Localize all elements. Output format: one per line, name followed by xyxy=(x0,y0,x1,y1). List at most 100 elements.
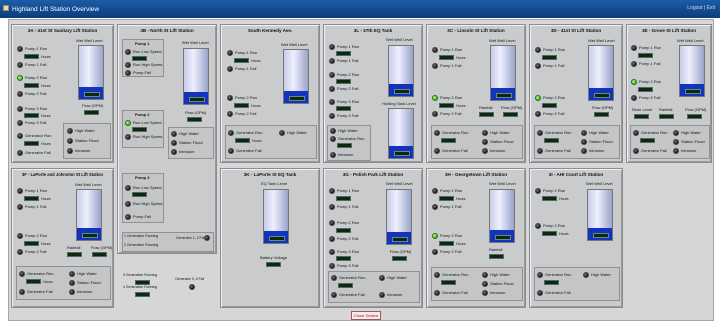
generator-fail-label: Generator Fail xyxy=(442,148,468,153)
pump2-fail-label: Pump 2 Fail xyxy=(543,111,565,116)
pump1-fail-label: Pump 1 Fail xyxy=(25,204,47,209)
wet-well-tank xyxy=(679,45,705,97)
generator-run-indicator xyxy=(434,272,440,278)
generator-hours-display xyxy=(640,138,655,143)
station-flood-label: Station Flood xyxy=(75,138,99,143)
pump1-fail-label: Pump 1 Fail xyxy=(337,58,359,63)
pump2-hours-display xyxy=(132,127,147,132)
battery-voltage-display xyxy=(266,262,281,267)
high-water-indicator xyxy=(581,130,587,136)
intrusion-label: Intrusion xyxy=(589,148,605,153)
pump3-fail-indicator xyxy=(329,263,335,269)
flow-display xyxy=(92,252,107,257)
pump1-fail-indicator xyxy=(227,66,233,72)
station-3d-title: 3D - 41st St Lift Station xyxy=(550,28,602,33)
pump1-run-indicator xyxy=(17,188,23,194)
generator-fail-label: Generator Fail xyxy=(545,290,571,295)
rainfall-label: Rainfall xyxy=(489,247,503,252)
high-speed-label: Run High Speed xyxy=(133,134,163,139)
station-3e-title: 3E - Grove St Lift Station xyxy=(641,28,697,33)
pump2-fail-label: Pump 2 Fail xyxy=(337,236,359,241)
high-water-indicator xyxy=(330,128,336,134)
level-readout xyxy=(593,233,609,238)
intrusion-indicator xyxy=(69,289,75,295)
pump2-hours-display xyxy=(336,228,351,233)
pump3-run-label: Pump 3 Run xyxy=(25,106,48,111)
intrusion-indicator xyxy=(673,148,679,154)
pump2-run-indicator xyxy=(432,233,438,239)
pump1-fail-indicator xyxy=(631,61,637,67)
high-water-indicator xyxy=(279,130,285,136)
pump2-run-indicator xyxy=(329,220,335,226)
close-screen-button[interactable]: Close Screen xyxy=(351,311,381,320)
low-speed-label: Run Low Speed xyxy=(133,49,162,54)
pump1-run-label: Pump 1 Run xyxy=(440,47,463,52)
rainfall-label: Rainfall xyxy=(659,107,673,112)
flow-display xyxy=(392,256,407,261)
flow-label: Flow (GPM) xyxy=(82,103,104,108)
station-flood-indicator xyxy=(67,138,73,144)
pump1-run-label: Pump 1 Run xyxy=(235,50,258,55)
rainfall-label: Rainfall xyxy=(67,245,81,250)
hours-unit: Hours xyxy=(41,242,51,246)
wet-well-tank xyxy=(588,45,614,101)
pump2-fail-label: Pump 2 Fail xyxy=(25,249,47,254)
pump3-fail-indicator xyxy=(125,214,131,220)
generator-1-running-label: 1 Generation Running xyxy=(124,234,159,238)
generator-hours-display xyxy=(337,143,352,148)
generator-run-indicator xyxy=(331,275,337,281)
overview-window: 3A - 41st St Sanitary Lift Station Pump … xyxy=(8,19,714,321)
high-water-label: High Water xyxy=(490,130,510,135)
high-water-label: High Water xyxy=(338,128,358,133)
pump3-fail-label: Pump 3 Fail xyxy=(25,120,47,125)
pump2-fail-label: Pump 2 Fail xyxy=(440,111,462,116)
pump2-run-label: Pump 2 Run xyxy=(25,75,48,80)
pump1-run-indicator xyxy=(329,188,335,194)
intrusion-label: Intrusion xyxy=(681,148,697,153)
station-flood-indicator xyxy=(581,139,587,145)
rainfall-display xyxy=(479,112,494,117)
flow-label: Flow (GPM) xyxy=(91,245,113,250)
wet-well-level-label: Wet Well Level xyxy=(75,182,102,187)
generator-hours-display xyxy=(338,283,353,288)
generator-hours-display xyxy=(544,280,559,285)
pump2-high-speed-indicator xyxy=(125,134,131,140)
pump2-hours-display xyxy=(638,87,653,92)
pump2-hours-display xyxy=(439,103,454,108)
window-buttons[interactable]: Logout | Exit xyxy=(687,5,715,11)
station-3f-title: 3F - LaPorte and Johnston St Lift Statio… xyxy=(21,172,104,177)
high-water-indicator xyxy=(171,131,177,137)
level-readout xyxy=(394,151,410,156)
holding-tank-level-label: Holding Tank Level xyxy=(382,101,416,106)
wet-well-tank xyxy=(76,189,102,241)
pump2-run-indicator xyxy=(227,95,233,101)
low-speed-label: Run Low Speed xyxy=(133,120,162,125)
pump1-hours-display xyxy=(234,58,249,63)
pump1-hours-display xyxy=(542,196,557,201)
pump2-low-speed-indicator xyxy=(125,120,131,126)
pump2-fail-indicator xyxy=(432,249,438,255)
level-readout xyxy=(84,92,100,97)
pump1-run-label: Pump 1 Run xyxy=(25,46,48,51)
river-level-display xyxy=(634,114,649,119)
generator-run-indicator xyxy=(434,130,440,136)
wet-well-level-label: Wet Well Level xyxy=(281,42,308,47)
pump1-hours-display xyxy=(24,196,39,201)
high-water-label: High Water xyxy=(77,271,97,276)
hours-unit: Hours xyxy=(252,139,262,143)
wet-well-tank xyxy=(490,45,516,101)
pump1-run-label: Pump 1 Run xyxy=(440,188,463,193)
generator-fail-label: Generator Fail xyxy=(641,148,667,153)
intrusion-indicator xyxy=(379,292,385,298)
pump1-hours-display xyxy=(24,54,39,59)
pump1-hours-display xyxy=(132,56,147,61)
generator-hours-display xyxy=(26,279,41,284)
wet-well-level-label: Wet Well Level xyxy=(588,38,615,43)
pump1-run-label: Pump 1 Run xyxy=(639,45,662,50)
generator-run-label: Generator Run xyxy=(339,275,366,280)
hours-unit: Hours xyxy=(559,232,569,236)
pump2-run-indicator xyxy=(535,223,541,229)
pump2-run-label: Pump 2 Run xyxy=(639,79,662,84)
pump1-run-indicator xyxy=(535,47,541,53)
pump2-run-label: Pump 2 Run xyxy=(543,223,566,228)
